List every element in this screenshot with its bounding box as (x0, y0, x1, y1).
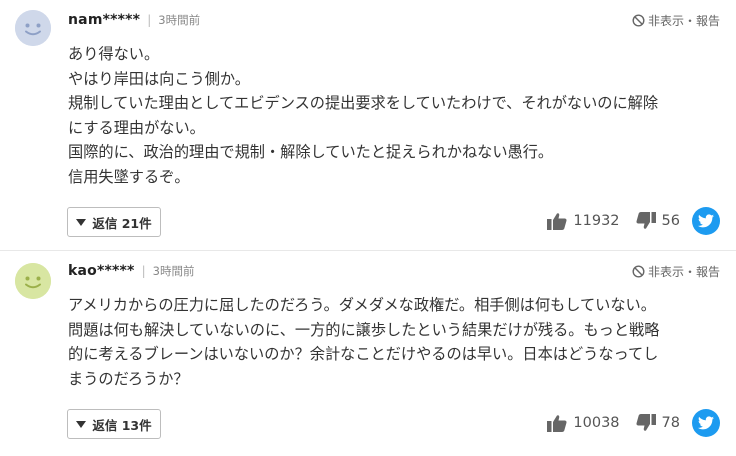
comment-actions: 10038 78 (547, 409, 720, 437)
twitter-share-button[interactable] (692, 207, 720, 235)
comment-header: nam***** | 3時間前 非表示・報告 (68, 12, 720, 32)
replies-button[interactable]: 返信 21件 (67, 207, 161, 237)
comment-line: やはり岸田は向こう側か。 (68, 69, 250, 88)
hide-report-link[interactable]: 非表示・報告 (632, 12, 720, 29)
dislike-count: 78 (661, 415, 680, 431)
comment-actions: 11932 56 (547, 207, 720, 235)
comment-line: 的に考えるブレーンはいないのか？余計なことだけやるのは早い。日本はどうなってし (68, 345, 659, 363)
hide-report-link[interactable]: 非表示・報告 (632, 263, 720, 280)
like-count: 11932 (573, 213, 620, 229)
comment-line: にする理由がない。 (68, 118, 205, 137)
smiley-face-icon (15, 263, 51, 299)
thumbs-down-icon (636, 414, 656, 431)
comment-line: あり得ない。 (68, 45, 160, 63)
prohibit-icon (632, 14, 645, 27)
thumbs-down-icon (636, 212, 656, 229)
twitter-bird-icon (698, 416, 714, 430)
comment-line: まうのだろうか？ (68, 369, 189, 388)
replies-button[interactable]: 返信 13件 (67, 409, 161, 439)
comment-line: アメリカからの圧力に屈したのだろう。ダメダメな政権だ。相手側は何もしていない。 (68, 296, 656, 314)
comment-card: nam***** | 3時間前 非表示・報告 あり得ない。 やはり岸田は向こう側か。… (0, 0, 736, 251)
comment-line: 規制していた理由としてエビデンスの提出要求をしていたわけで、それがないのに解除 (68, 94, 659, 112)
comment-line: 国際的に、政治的理由で規制・解除していたと捉えられかねない愚行。 (68, 143, 554, 161)
avatar[interactable] (15, 263, 51, 299)
avatar[interactable] (15, 10, 51, 46)
username[interactable]: nam***** (68, 12, 140, 28)
smiley-face-icon (15, 10, 51, 46)
prohibit-icon (632, 265, 645, 278)
username[interactable]: kao***** (68, 263, 135, 279)
timestamp: 3時間前 (158, 13, 201, 27)
caret-down-icon (76, 218, 87, 226)
like-button[interactable]: 11932 (547, 212, 620, 230)
replies-label: 返信 13件 (92, 417, 152, 433)
dislike-button[interactable]: 78 (636, 414, 680, 432)
thumbs-up-icon (547, 213, 567, 230)
comment-card: kao***** | 3時間前 非表示・報告 アメリカからの圧力に屈したのだろう。ダ… (0, 251, 736, 456)
dislike-count: 56 (661, 213, 680, 229)
comment-header: kao***** | 3時間前 非表示・報告 (68, 263, 720, 283)
divider: | (147, 13, 152, 27)
divider: | (141, 264, 146, 278)
replies-label: 返信 21件 (92, 215, 152, 231)
comment-line: 信用失墜するぞ。 (68, 167, 190, 186)
comment-body: あり得ない。 やはり岸田は向こう側か。 規制していた理由としてエビデンスの提出要… (68, 42, 724, 189)
thumbs-up-icon (547, 415, 567, 432)
caret-down-icon (76, 420, 87, 428)
comment-line: 問題は何も解決していないのに、一方的に譲歩したという結果だけが残る。もっと戦略 (68, 320, 660, 339)
like-button[interactable]: 10038 (547, 414, 620, 432)
report-label: 非表示・報告 (647, 14, 720, 28)
twitter-share-button[interactable] (692, 409, 720, 437)
like-count: 10038 (573, 415, 620, 431)
dislike-button[interactable]: 56 (636, 212, 680, 230)
comment-body: アメリカからの圧力に屈したのだろう。ダメダメな政権だ。相手側は何もしていない。 … (68, 293, 724, 391)
report-label: 非表示・報告 (647, 265, 720, 279)
timestamp: 3時間前 (152, 264, 195, 278)
twitter-bird-icon (698, 214, 714, 228)
